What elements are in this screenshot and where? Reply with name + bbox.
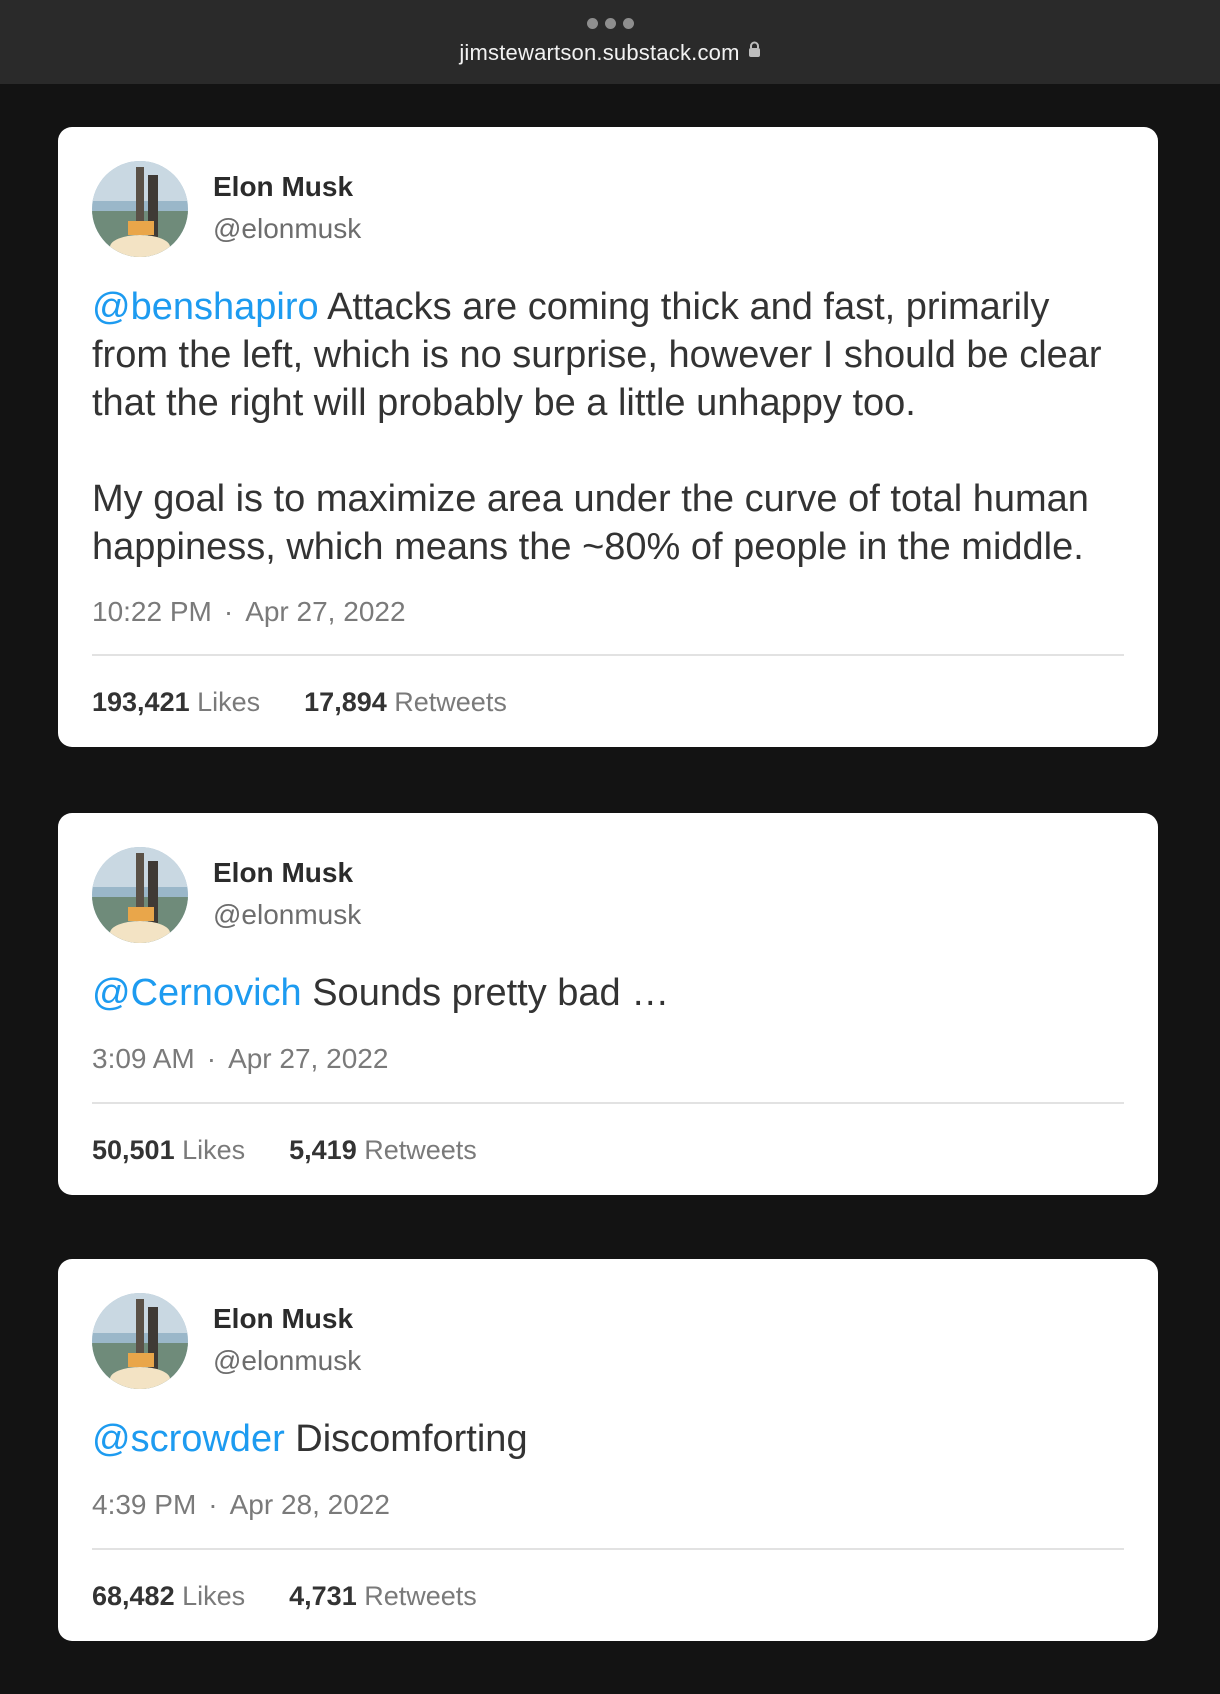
likes-count[interactable]: 50,501 Likes — [92, 1135, 245, 1165]
tweet-text: @Cernovich Sounds pretty bad … — [92, 969, 1132, 1017]
tweet-date: Apr 27, 2022 — [228, 1043, 389, 1074]
tweet-text: @benshapiro Attacks are coming thick and… — [92, 283, 1132, 571]
tweet-text-paragraph: My goal is to maximize area under the cu… — [92, 478, 1089, 568]
browser-top-bar: jimstewartson.substack.com — [0, 0, 1220, 84]
tweet-stats: 68,482 Likes 4,731 Retweets — [92, 1581, 477, 1612]
tweet-timestamp[interactable]: 10:22 PM · Apr 27, 2022 — [92, 596, 406, 628]
tweet-card[interactable]: Elon Musk @elonmusk @scrowder Discomfort… — [58, 1259, 1158, 1641]
likes-count[interactable]: 68,482 Likes — [92, 1581, 245, 1611]
tweet-text-part: Sounds pretty bad … — [301, 972, 670, 1014]
tweet-time: 3:09 AM — [92, 1043, 195, 1074]
author-handle[interactable]: @elonmusk — [213, 213, 361, 245]
tweet-timestamp[interactable]: 4:39 PM · Apr 28, 2022 — [92, 1489, 390, 1521]
divider — [92, 1548, 1124, 1550]
separator: · — [206, 1043, 217, 1074]
mention-link[interactable]: @Cernovich — [92, 972, 302, 1014]
tweet-timestamp[interactable]: 3:09 AM · Apr 27, 2022 — [92, 1043, 388, 1075]
tweet-date: Apr 28, 2022 — [229, 1489, 390, 1520]
tweet-card[interactable]: Elon Musk @elonmusk @Cernovich Sounds pr… — [58, 813, 1158, 1195]
tweet-time: 4:39 PM — [92, 1489, 197, 1520]
tweet-text-part: Discomforting — [284, 1418, 528, 1460]
retweets-count[interactable]: 4,731 Retweets — [289, 1581, 477, 1611]
separator: · — [208, 1489, 218, 1520]
author-name[interactable]: Elon Musk — [213, 1303, 353, 1335]
retweets-count[interactable]: 5,419 Retweets — [289, 1135, 477, 1165]
divider — [92, 1102, 1124, 1104]
more-dots-icon[interactable] — [0, 18, 1220, 29]
avatar[interactable] — [92, 847, 188, 943]
tweet-stats: 50,501 Likes 5,419 Retweets — [92, 1135, 477, 1166]
divider — [92, 654, 1124, 656]
tweet-time: 10:22 PM — [92, 596, 212, 627]
tweet-text: @scrowder Discomforting — [92, 1415, 1132, 1463]
mention-link[interactable]: @benshapiro — [92, 286, 319, 328]
author-handle[interactable]: @elonmusk — [213, 899, 361, 931]
avatar[interactable] — [92, 161, 188, 257]
author-name[interactable]: Elon Musk — [213, 171, 353, 203]
retweets-count[interactable]: 17,894 Retweets — [304, 687, 507, 717]
likes-count[interactable]: 193,421 Likes — [92, 687, 260, 717]
url-display[interactable]: jimstewartson.substack.com — [0, 40, 1220, 67]
tweet-date: Apr 27, 2022 — [245, 596, 406, 627]
separator: · — [223, 596, 234, 627]
url-text: jimstewartson.substack.com — [459, 40, 740, 65]
author-handle[interactable]: @elonmusk — [213, 1345, 361, 1377]
author-name[interactable]: Elon Musk — [213, 857, 353, 889]
tweet-stats: 193,421 Likes 17,894 Retweets — [92, 687, 507, 718]
lock-icon — [748, 38, 761, 64]
tweet-card[interactable]: Elon Musk @elonmusk @benshapiro Attacks … — [58, 127, 1158, 747]
avatar[interactable] — [92, 1293, 188, 1389]
mention-link[interactable]: @scrowder — [92, 1418, 285, 1460]
